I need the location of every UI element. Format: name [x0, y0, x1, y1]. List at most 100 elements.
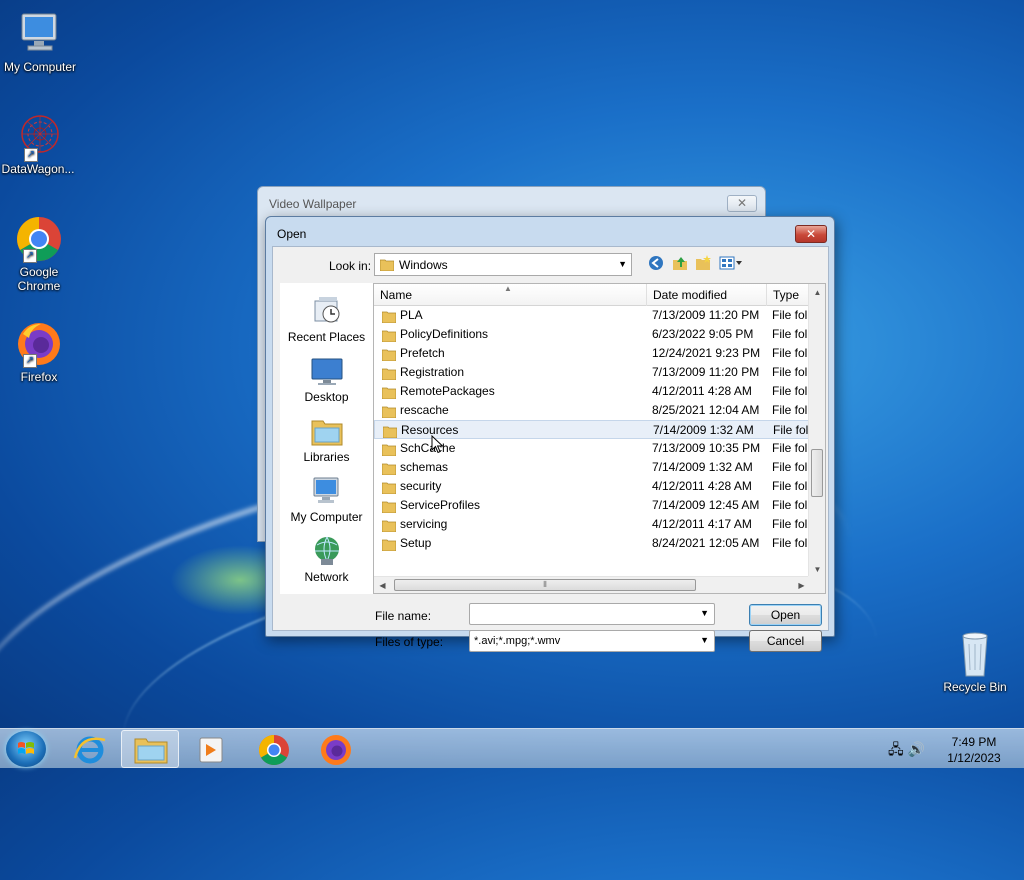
file-list-header: Name ▲ Date modified Type: [374, 284, 810, 306]
file-row[interactable]: rescache 8/25/2021 12:04 AM File fol: [374, 401, 810, 420]
taskbar-clock[interactable]: 7:49 PM 1/12/2023: [938, 734, 1010, 766]
files-of-type-value: *.avi;*.mpg;*.wmv: [474, 635, 561, 647]
file-date: 7/13/2009 11:20 PM: [652, 308, 760, 322]
system-tray: 🖧 🔊: [888, 739, 925, 763]
file-name: servicing: [400, 517, 448, 531]
close-button[interactable]: ✕: [795, 225, 827, 243]
shortcut-arrow-icon: ↗: [24, 148, 38, 162]
files-of-type-dropdown[interactable]: *.avi;*.mpg;*.wmv ▼: [469, 630, 715, 652]
file-date: 6/23/2022 9:05 PM: [652, 327, 754, 341]
place-libraries[interactable]: Libraries: [280, 415, 373, 464]
file-row[interactable]: Setup 8/24/2021 12:05 AM File fol: [374, 534, 810, 553]
desktop-icon-label: Google Chrome: [17, 265, 61, 293]
file-name: schemas: [400, 460, 449, 474]
vertical-scrollbar[interactable]: ▲ ▼: [808, 284, 825, 578]
window-title: Video Wallpaper: [269, 197, 357, 211]
file-name: Prefetch: [400, 346, 445, 360]
open-button[interactable]: Open: [749, 604, 822, 626]
recent-places-icon: [311, 295, 343, 327]
taskbar: 🖧 🔊 7:49 PM 1/12/2023: [0, 728, 1024, 768]
place-label: Network: [304, 570, 349, 584]
file-type: File fol: [772, 327, 808, 341]
taskbar-media-player[interactable]: [181, 730, 239, 768]
desktop-icon-google-chrome[interactable]: ↗ Google Chrome: [0, 215, 79, 293]
new-folder-icon[interactable]: [694, 255, 712, 273]
file-row[interactable]: PolicyDefinitions 6/23/2022 9:05 PM File f…: [374, 325, 810, 344]
desktop-icon-my-computer[interactable]: My Computer: [0, 10, 80, 74]
place-network[interactable]: Network: [280, 535, 373, 584]
close-button[interactable]: ✕: [727, 195, 757, 212]
volume-icon[interactable]: 🔊: [908, 741, 925, 757]
cancel-button[interactable]: Cancel: [749, 630, 822, 652]
file-type: File fol: [772, 365, 808, 379]
places-bar: Recent Places Desktop Libraries My Compu…: [280, 283, 373, 594]
file-name: PolicyDefinitions: [400, 327, 489, 341]
dialog-body: Look in: Windows ▼ Recent Places Desktop…: [272, 246, 829, 652]
desktop-icon-firefox[interactable]: ↗ Firefox: [0, 320, 79, 384]
open-dialog[interactable]: Open ✕ Look in: Windows ▼ Recent Places …: [265, 216, 835, 652]
windows-logo-icon: [18, 742, 34, 754]
file-name: RemotePackages: [400, 384, 495, 398]
file-type: File fol: [772, 441, 808, 455]
column-header-date-modified[interactable]: Date modified: [647, 284, 767, 306]
start-button[interactable]: [6, 731, 46, 767]
file-name-field[interactable]: ▼: [469, 603, 715, 625]
place-my-computer[interactable]: My Computer: [280, 475, 373, 524]
horizontal-scrollbar[interactable]: ◀ ⦀ ▶: [374, 576, 810, 593]
desktop-icon-label: DataWagon...: [1, 162, 75, 176]
file-name: Registration: [400, 365, 465, 379]
place-desktop[interactable]: Desktop: [280, 355, 373, 404]
file-date: 12/24/2021 9:23 PM: [652, 346, 761, 360]
file-date: 7/13/2009 11:20 PM: [652, 365, 760, 379]
desktop-icon-label: Firefox: [20, 370, 58, 384]
taskbar-internet-explorer[interactable]: [61, 730, 119, 768]
desktop-icon-datawagon[interactable]: ↗ DataWagon...: [0, 112, 78, 176]
file-date: 7/13/2009 10:35 PM: [652, 441, 761, 455]
file-type: File fol: [772, 308, 808, 322]
folder-icon: [379, 259, 395, 274]
sort-arrow-icon: ▲: [504, 284, 512, 293]
network-icon: [311, 535, 343, 567]
file-row[interactable]: Registration 7/13/2009 11:20 PM File fol: [374, 363, 810, 382]
datawagon-icon: ↗: [14, 112, 62, 162]
scroll-up-icon[interactable]: ▲: [809, 284, 825, 301]
taskbar-file-explorer[interactable]: [121, 730, 179, 768]
chevron-down-icon[interactable]: ▼: [700, 608, 709, 618]
place-label: Desktop: [304, 390, 349, 404]
dialog-title: Open: [277, 227, 307, 241]
scroll-thumb[interactable]: ⦀: [394, 579, 696, 591]
internet-explorer-icon: [73, 736, 106, 764]
chrome-icon: ↗: [15, 215, 63, 263]
file-name: ServiceProfiles: [400, 498, 481, 512]
firefox-icon: ↗: [15, 320, 63, 368]
look-in-dropdown[interactable]: Windows ▼: [374, 253, 632, 276]
taskbar-firefox[interactable]: [307, 730, 365, 768]
place-recent-places[interactable]: Recent Places: [280, 295, 373, 344]
file-row[interactable]: PLA 7/13/2009 11:20 PM File fol: [374, 306, 810, 325]
column-header-name[interactable]: Name ▲: [374, 284, 647, 306]
file-row[interactable]: servicing 4/12/2011 4:17 AM File fol: [374, 515, 810, 534]
clock-time: 7:49 PM: [951, 735, 997, 749]
desktop-icon-recycle-bin[interactable]: Recycle Bin: [935, 630, 1015, 694]
file-row[interactable]: Prefetch 12/24/2021 9:23 PM File fol: [374, 344, 810, 363]
scroll-thumb[interactable]: [811, 449, 823, 497]
back-icon[interactable]: [647, 255, 665, 273]
files-of-type-label: Files of type:: [375, 635, 444, 649]
taskbar-chrome[interactable]: [245, 730, 303, 768]
file-date: 7/14/2009 1:32 AM: [652, 460, 753, 474]
file-type: File fol: [772, 517, 808, 531]
file-row[interactable]: ServiceProfiles 7/14/2009 12:45 AM File fo…: [374, 496, 810, 515]
scroll-left-icon[interactable]: ◀: [374, 577, 391, 593]
column-header-type[interactable]: Type: [767, 284, 810, 306]
file-row[interactable]: security 4/12/2011 4:28 AM File fol: [374, 477, 810, 496]
view-menu-icon[interactable]: [718, 255, 744, 273]
file-row[interactable]: RemotePackages 4/12/2011 4:28 AM File fol: [374, 382, 810, 401]
media-player-icon: [199, 737, 223, 763]
file-date: 8/25/2021 12:04 AM: [652, 403, 760, 417]
file-row[interactable]: schemas 7/14/2009 1:32 AM File fol: [374, 458, 810, 477]
up-folder-icon[interactable]: [671, 255, 689, 273]
file-date: 8/24/2021 12:05 AM: [652, 536, 760, 550]
network-icon[interactable]: 🖧: [888, 741, 904, 757]
desktop-icon-label: Recycle Bin: [943, 680, 1007, 694]
look-in-value: Windows: [399, 258, 448, 272]
